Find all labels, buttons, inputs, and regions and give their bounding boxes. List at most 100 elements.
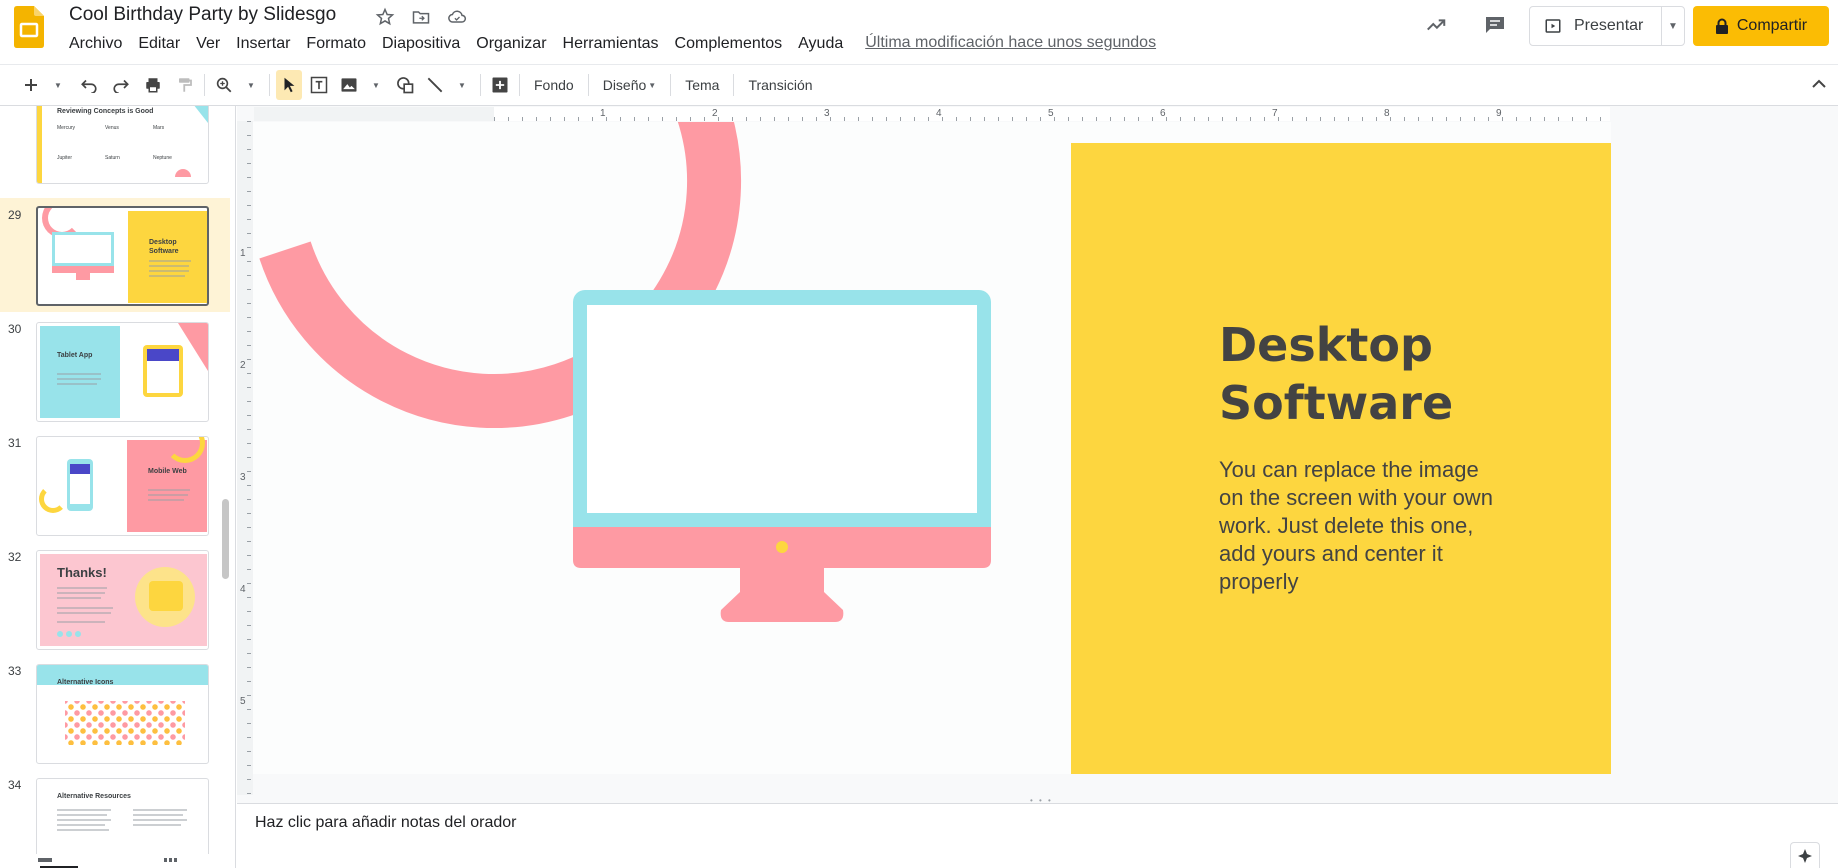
redo-icon[interactable] <box>108 70 134 100</box>
toolbar: ▼ ▼ ▼ ▼ Fondo Diseño ▼ Tema Transición <box>0 64 1838 106</box>
collapse-menus-chevron-icon[interactable] <box>1808 73 1830 95</box>
slide-title-line: Desktop <box>1219 318 1433 372</box>
present-main[interactable]: Presentar <box>1530 7 1662 45</box>
slide-thumbnail-32[interactable]: Thanks! <box>36 550 209 650</box>
thumb-label: Mars <box>153 125 165 131</box>
slide-thumbnail-33[interactable]: Alternative Icons <box>36 664 209 764</box>
text-box-icon[interactable] <box>306 70 332 100</box>
ruler-number: 4 <box>240 584 246 595</box>
new-slide-plus-icon[interactable] <box>18 70 44 100</box>
monitor-illustration[interactable] <box>573 290 991 622</box>
speaker-notes-panel[interactable]: Haz clic para añadir notas del orador <box>237 804 1838 868</box>
thumb-title: Desktop Software <box>149 239 179 255</box>
slide-thumbnail-29[interactable]: Desktop Software <box>36 206 209 306</box>
thumb-title: Mobile Web <box>148 468 187 475</box>
slide-number: 30 <box>8 322 22 336</box>
slide-row: 31 Mobile Web <box>0 426 230 540</box>
menu-complementos[interactable]: Complementos <box>667 34 791 54</box>
menu-archivo[interactable]: Archivo <box>61 34 130 54</box>
layout-dropdown-icon: ▼ <box>648 80 657 90</box>
zoom-dropdown-icon[interactable]: ▼ <box>237 70 263 100</box>
toolbar-separator <box>204 74 205 96</box>
ruler-number: 9 <box>1496 108 1502 119</box>
ruler-number: 1 <box>600 108 606 119</box>
present-button[interactable]: Presentar ▼ <box>1529 6 1685 46</box>
filmstrip-view-toggle <box>0 854 235 868</box>
explore-icon[interactable] <box>1790 842 1820 868</box>
slide-thumbnail-31[interactable]: Mobile Web <box>36 436 209 536</box>
toolbar-separator <box>587 74 589 96</box>
line-icon[interactable] <box>422 70 448 100</box>
filmstrip-scrollbar[interactable] <box>222 499 229 579</box>
toolbar-separator <box>670 74 672 96</box>
select-cursor-icon[interactable] <box>276 70 302 100</box>
slide-row: Reviewing Concepts is Good Mercury Venus… <box>0 106 230 190</box>
background-button[interactable]: Fondo <box>526 70 582 100</box>
undo-icon[interactable] <box>76 70 102 100</box>
activity-trend-icon[interactable] <box>1422 12 1450 38</box>
grid-view-icon[interactable] <box>164 858 178 862</box>
thumb-title: Alternative Icons <box>57 679 114 686</box>
image-dropdown-icon[interactable]: ▼ <box>362 70 388 100</box>
menu-organizar[interactable]: Organizar <box>468 34 554 54</box>
menu-ayuda[interactable]: Ayuda <box>790 34 851 54</box>
menu-diapositiva[interactable]: Diapositiva <box>374 34 468 54</box>
slide-number: 29 <box>8 208 22 222</box>
share-button[interactable]: Compartir <box>1693 6 1829 46</box>
horizontal-ruler[interactable]: 1 2 3 4 5 6 7 8 9 <box>254 107 1610 121</box>
thumb-label: Mercury <box>57 125 76 131</box>
new-slide-dropdown-icon[interactable]: ▼ <box>44 70 70 100</box>
transition-button[interactable]: Transición <box>740 70 820 100</box>
slide-filmstrip: Reviewing Concepts is Good Mercury Venus… <box>0 106 236 868</box>
menu-herramientas[interactable]: Herramientas <box>555 34 667 54</box>
menu-formato[interactable]: Formato <box>298 34 374 54</box>
speaker-notes-placeholder[interactable]: Haz clic para añadir notas del orador <box>255 814 516 832</box>
slides-logo-icon[interactable] <box>14 6 44 48</box>
thumb-label: Neptune <box>153 155 172 161</box>
toolbar-separator <box>269 74 270 96</box>
ruler-number: 3 <box>824 108 830 119</box>
layout-button[interactable]: Diseño ▼ <box>595 70 665 100</box>
vertical-ruler[interactable]: 1 2 3 4 5 <box>237 121 253 795</box>
slide-number: 34 <box>8 778 22 792</box>
thumb-label: Venus <box>105 125 119 131</box>
print-icon[interactable] <box>140 70 166 100</box>
present-label: Presentar <box>1574 17 1644 34</box>
line-dropdown-icon[interactable]: ▼ <box>448 70 474 100</box>
slide-thumbnail-28[interactable]: Reviewing Concepts is Good Mercury Venus… <box>36 106 209 184</box>
ruler-number: 5 <box>1048 108 1054 119</box>
app-header: Cool Birthday Party by Slidesgo Archivo … <box>0 0 1838 63</box>
comments-icon[interactable] <box>1481 12 1509 38</box>
slide-number: 31 <box>8 436 22 450</box>
move-folder-icon[interactable] <box>408 5 434 29</box>
slide-thumbnail-30[interactable]: Tablet App <box>36 322 209 422</box>
notes-resize-handle[interactable]: • • • <box>237 796 1838 805</box>
last-modified-link[interactable]: Última modificación hace unos segundos <box>865 34 1156 54</box>
slide-row: 33 Alternative Icons <box>0 654 230 768</box>
thumb-title: Thanks! <box>57 565 107 580</box>
list-view-icon[interactable] <box>38 858 52 862</box>
menu-insertar[interactable]: Insertar <box>228 34 298 54</box>
theme-button[interactable]: Tema <box>677 70 727 100</box>
layout-label: Diseño <box>602 77 647 93</box>
insert-image-icon[interactable] <box>336 70 362 100</box>
menu-editar[interactable]: Editar <box>130 34 188 54</box>
paint-format-icon[interactable] <box>172 70 198 100</box>
present-dropdown-icon[interactable]: ▼ <box>1662 21 1684 32</box>
lock-icon <box>1715 18 1728 34</box>
present-icon <box>1545 19 1561 33</box>
monitor-stand <box>720 568 844 622</box>
zoom-icon[interactable] <box>211 70 237 100</box>
current-slide[interactable]: Desktop Software You can replace the ima… <box>253 122 1611 774</box>
slide-body-text[interactable]: You can replace the image on the screen … <box>1219 456 1509 596</box>
star-icon[interactable] <box>372 5 398 29</box>
add-comment-icon[interactable] <box>487 70 513 100</box>
shape-icon[interactable] <box>392 70 418 100</box>
cloud-saved-icon[interactable] <box>444 5 470 29</box>
ruler-number: 3 <box>240 472 246 483</box>
toolbar-separator <box>519 74 520 96</box>
menu-ver[interactable]: Ver <box>188 34 228 54</box>
thumb-label: Saturn <box>105 155 120 161</box>
slide-title[interactable]: Desktop Software <box>1219 316 1549 432</box>
document-title[interactable]: Cool Birthday Party by Slidesgo <box>69 4 336 26</box>
